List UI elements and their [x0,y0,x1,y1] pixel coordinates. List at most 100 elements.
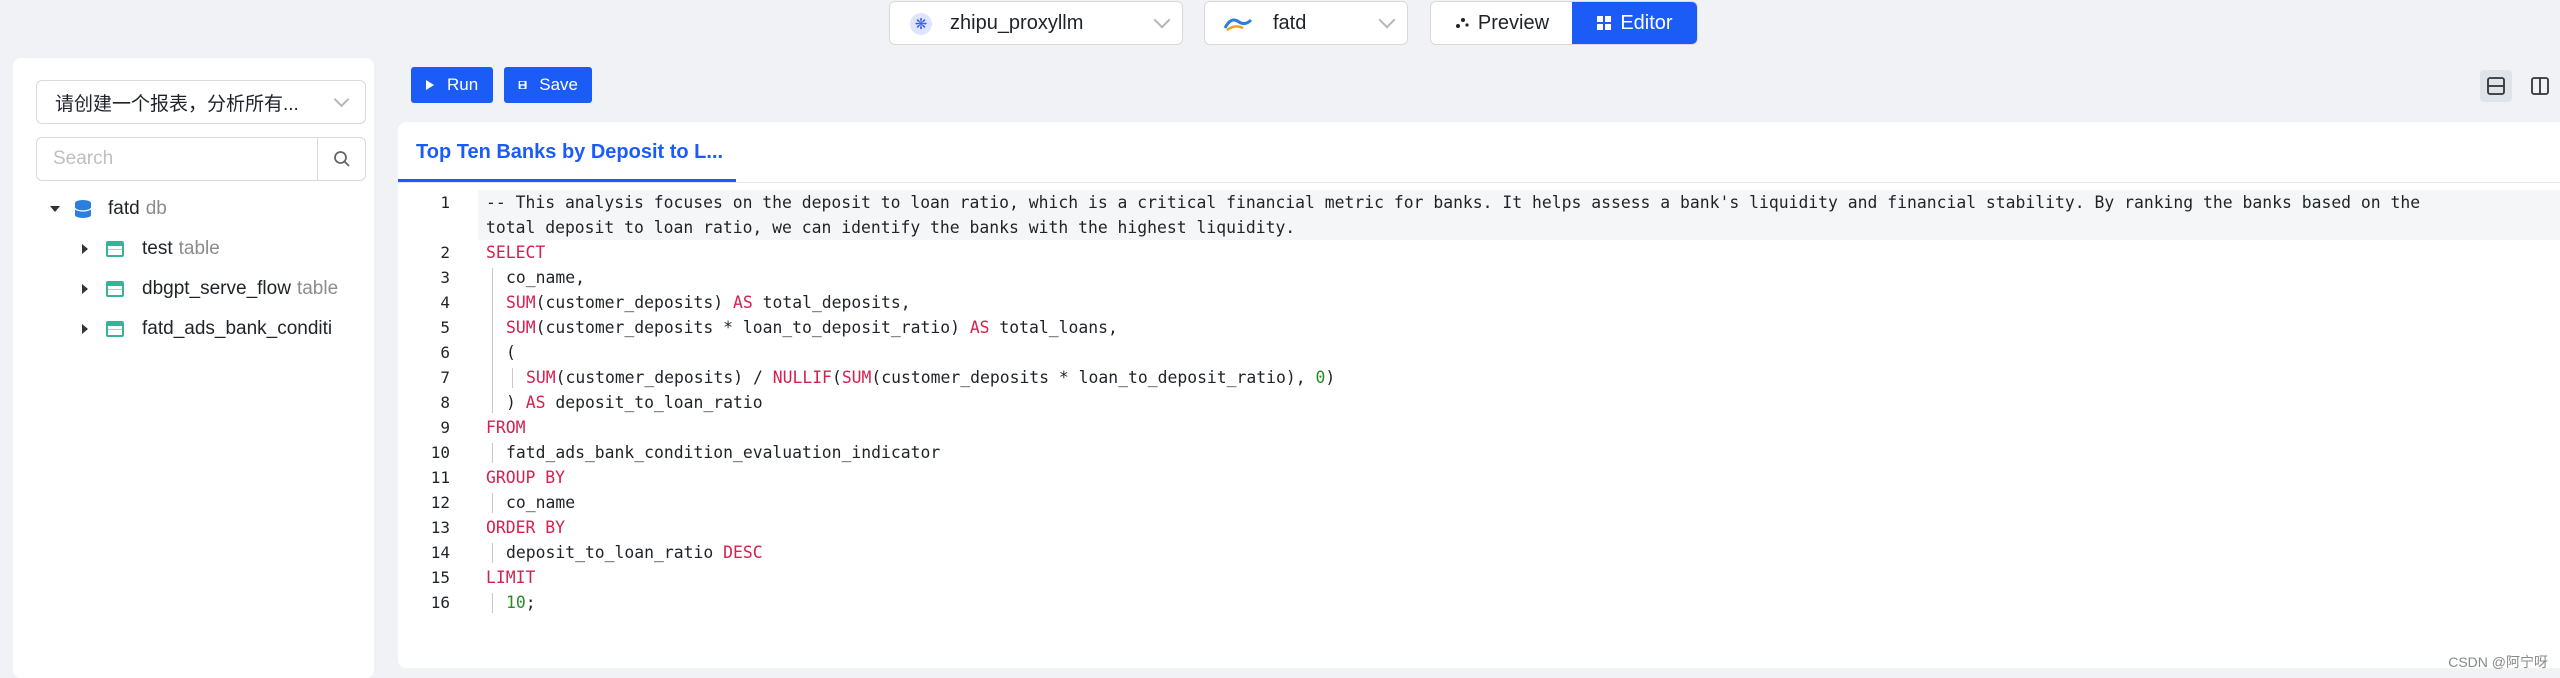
database-icon [74,200,92,218]
sql-function: SUM [506,293,536,312]
sql-function: SUM [526,368,556,387]
preview-label: Preview [1477,11,1550,34]
line-number: 13 [430,518,450,537]
code-text: ( [506,343,516,362]
code-text: deposit_to_loan_ratio [545,393,763,412]
caret-right-icon [82,284,88,294]
view-toggle: Preview Editor [1430,1,1698,45]
caret-down-icon [50,206,60,212]
code-text: total_loans, [989,318,1118,337]
tree-node-label: fatd [108,198,140,219]
caret-right-icon [82,324,88,334]
code-text: deposit_to_loan_ratio DESC [506,543,763,562]
chart-select-value: 请创建一个报表，分析所有... [55,93,299,115]
sql-number: 10 [506,593,526,612]
caret-right-icon [82,244,88,254]
line-number: 7 [440,368,450,387]
editor-label: Editor [1620,11,1673,34]
code-text: co_name [506,493,576,512]
code-text: ( [831,368,842,387]
line-number: 4 [440,293,450,312]
code-text: SUM(customer_deposits) / NULLIF(SUM(cust… [526,368,1335,387]
search-icon [333,151,350,167]
code-text: (customer_deposits) / [555,368,773,387]
tree-node-type: table [178,238,220,259]
editor-tab[interactable]: Editor [1571,2,1697,44]
line-number: 11 [430,468,450,487]
code-comment: total deposit to loan ratio, we can iden… [486,218,1296,237]
tree-node-test[interactable]: test table [82,238,220,260]
split-horizontal-icon [2487,77,2505,95]
chevron-down-icon [1378,11,1396,29]
split-vertical-icon [2531,77,2549,95]
model-select[interactable]: ❋ zhipu_proxyllm [889,1,1183,45]
sql-keyword: DESC [723,543,763,562]
run-button[interactable]: Run [411,67,493,103]
sql-function: SUM [841,368,872,387]
database-logo-icon [1223,18,1253,32]
sql-keyword: ORDER BY [486,518,565,537]
code-text: SUM(customer_deposits) AS total_deposits… [506,293,911,312]
sql-keyword: LIMIT [486,568,536,587]
indent-guide [512,368,513,388]
watermark: CSDN @阿宁呀 [2448,654,2548,670]
save-label: Save [539,75,578,94]
line-number: 3 [440,268,450,287]
code-text: (customer_deposits) [535,293,733,312]
editor-toolbar: Run Save [398,58,2560,114]
preview-tab[interactable]: Preview [1431,2,1572,44]
editor-panel: Top Ten Banks by Deposit to L... 1 -- Th… [398,122,2560,668]
tree-node-fatd[interactable]: fatd db [50,198,167,220]
sql-keyword: SELECT [486,243,546,262]
line-number: 2 [440,243,450,262]
run-label: Run [447,75,479,94]
save-button[interactable]: Save [504,67,592,103]
table-icon [106,281,124,297]
model-select-value: zhipu_proxyllm [950,11,1084,34]
line-number: 10 [430,443,450,462]
table-icon [106,321,124,337]
layout-vertical-button[interactable] [2524,70,2556,102]
tree-node-dbgpt-serve-flow[interactable]: dbgpt_serve_flow table [82,278,372,300]
indent-guide [492,443,493,463]
layout-horizontal-button[interactable] [2480,70,2512,102]
code-text: total_deposits, [752,293,911,312]
sql-keyword: FROM [486,418,526,437]
tree-node-label: test [142,238,173,259]
sidebar: 请创建一个报表，分析所有... fatd db test table dbgpt… [13,58,374,678]
model-icon: ❋ [910,13,932,35]
tree-node-type: db [145,198,167,219]
code-text: (customer_deposits * loan_to_deposit_rat… [871,368,1316,387]
chevron-down-icon [1153,11,1171,29]
sql-keyword: GROUP BY [486,468,565,487]
database-select-value: fatd [1273,11,1307,34]
code-text: fatd_ads_bank_condition_evaluation_indic… [506,443,941,462]
search-input[interactable] [37,138,317,180]
code-text: ) AS deposit_to_loan_ratio [506,393,763,412]
code-text: 10; [506,593,536,612]
tree-node-label: dbgpt_serve_flow [142,278,291,299]
line-number: 14 [430,543,450,562]
query-tab[interactable]: Top Ten Banks by Deposit to L... [398,122,736,182]
database-select[interactable]: fatd [1204,1,1408,45]
line-number: 12 [430,493,450,512]
code-text: SUM(customer_deposits * loan_to_deposit_… [506,318,1118,337]
indent-guide [492,268,493,413]
chevron-down-icon [333,91,350,108]
table-icon [106,241,124,257]
line-number: 15 [430,568,450,587]
sql-number: 0 [1315,368,1326,387]
code-text: ; [525,593,536,612]
code-text: ) [1325,368,1336,387]
code-text: deposit_to_loan_ratio [506,543,724,562]
search-button[interactable] [317,138,365,180]
code-text: co_name, [506,268,585,287]
top-bar: ❋ zhipu_proxyllm fatd Preview Editor [0,0,2560,50]
tree-node-label: fatd_ads_bank_conditi [142,318,333,339]
save-icon [518,81,527,89]
code-text: (customer_deposits * loan_to_deposit_rat… [535,318,970,337]
grid-icon [1597,16,1612,30]
line-number: 8 [440,393,450,412]
chart-select[interactable]: 请创建一个报表，分析所有... [36,80,366,124]
tree-node-fatd-ads-bank[interactable]: fatd_ads_bank_conditi [82,318,372,340]
